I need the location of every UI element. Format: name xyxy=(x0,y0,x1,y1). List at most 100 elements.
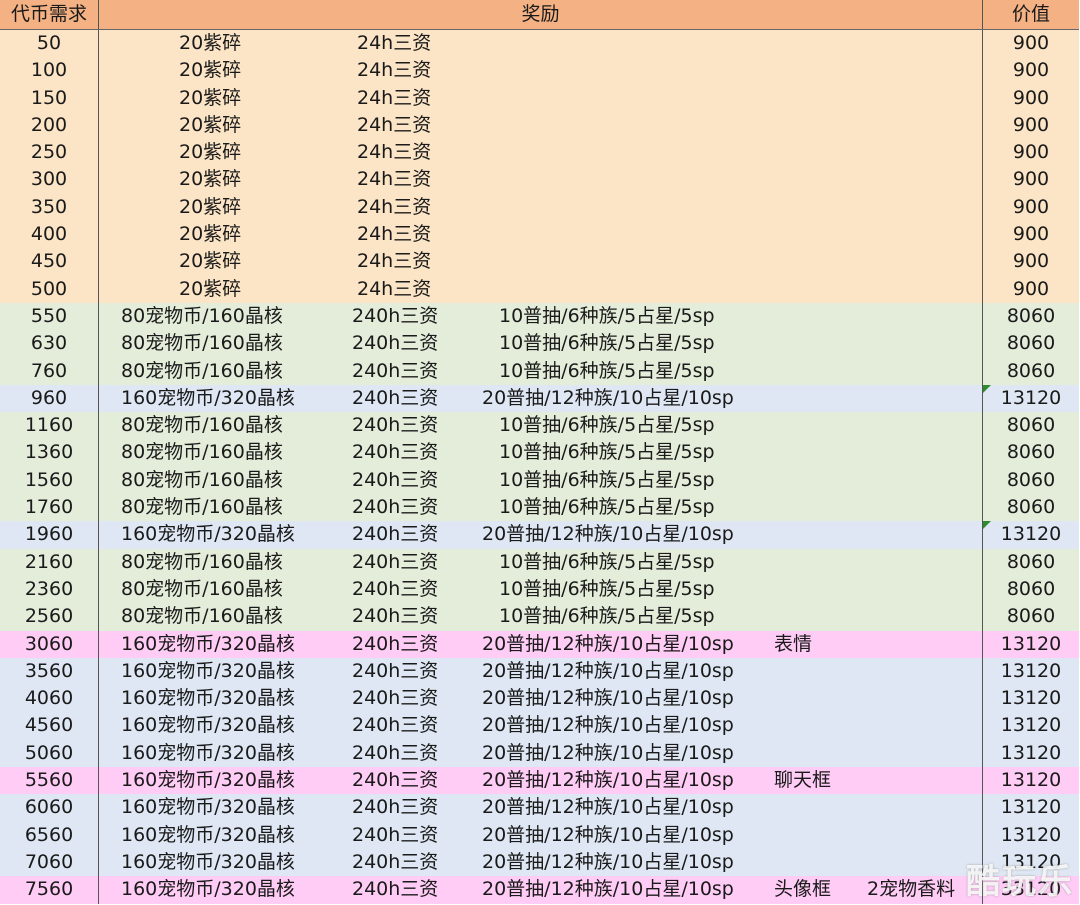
value-text: 900 xyxy=(1012,223,1050,246)
value-text: 8060 xyxy=(1006,550,1056,573)
reward-cell: 20紫碎 24h三资 xyxy=(98,275,983,303)
reward-item-3: 20普抽/12种族/10占星/10sp xyxy=(482,823,734,846)
reward-item-1: 20紫碎 xyxy=(179,195,242,218)
cost-cell: 4060 xyxy=(0,685,99,713)
cost-cell: 50 xyxy=(0,29,99,58)
value-text: 8060 xyxy=(1006,577,1056,600)
cost-cell: 500 xyxy=(0,275,99,303)
reward-item-2: 240h三资 xyxy=(352,687,439,710)
reward-cell: 80宠物币/160晶核 240h三资 10普抽/6种族/5占星/5sp xyxy=(98,439,983,467)
reward-cell: 160宠物币/320晶核 240h三资 20普抽/12种族/10占星/10sp xyxy=(98,848,983,877)
reward-item-1: 80宠物币/160晶核 xyxy=(121,359,283,382)
value-text: 8060 xyxy=(1006,414,1056,437)
value-text: 13120 xyxy=(1000,687,1062,710)
reward-item-1: 20紫碎 xyxy=(179,223,242,246)
table-row: 50 20紫碎 24h三资 900 xyxy=(0,29,1079,58)
table-row: 3060 160宠物币/320晶核 240h三资 20普抽/12种族/10占星/10s… xyxy=(0,630,1079,658)
cost-cell: 630 xyxy=(0,330,99,358)
reward-cell: 20紫碎 24h三资 xyxy=(98,139,983,167)
cost-cell: 1160 xyxy=(0,412,99,440)
table-row: 1760 80宠物币/160晶核 240h三资 10普抽/6种族/5占星/5sp 806… xyxy=(0,494,1079,522)
reward-cell: 80宠物币/160晶核 240h三资 10普抽/6种族/5占星/5sp xyxy=(98,302,983,331)
table-row: 5060 160宠物币/320晶核 240h三资 20普抽/12种族/10占星/10s… xyxy=(0,739,1079,768)
reward-item-3: 10普抽/6种族/5占星/5sp xyxy=(499,550,715,573)
reward-item-1: 160宠物币/320晶核 xyxy=(121,523,295,546)
cost-cell: 350 xyxy=(0,193,99,222)
reward-item-2: 240h三资 xyxy=(352,823,439,846)
comment-marker-icon xyxy=(983,521,991,530)
reward-cell: 160宠物币/320晶核 240h三资 20普抽/12种族/10占星/10sp 聊天框 xyxy=(98,767,983,795)
value-cell: 900 xyxy=(982,248,1079,276)
value-cell: 8060 xyxy=(982,494,1079,522)
table-row: 6560 160宠物币/320晶核 240h三资 20普抽/12种族/10占星/10s… xyxy=(0,821,1079,849)
reward-cell: 20紫碎 24h三资 xyxy=(98,221,983,249)
reward-item-1: 160宠物币/320晶核 xyxy=(121,687,295,710)
reward-item-1: 160宠物币/320晶核 xyxy=(121,386,295,409)
cost-cell: 1760 xyxy=(0,494,99,522)
reward-item-1: 20紫碎 xyxy=(179,59,242,82)
table-body: 50 20紫碎 24h三资 900 100 20紫碎 24h三资 900 150 20紫碎 24h三… xyxy=(0,29,1079,904)
reward-item-1: 80宠物币/160晶核 xyxy=(121,414,283,437)
cost-cell: 1360 xyxy=(0,439,99,467)
reward-item-3: 20普抽/12种族/10占星/10sp xyxy=(482,659,734,682)
reward-item-4: 头像框 xyxy=(774,878,832,901)
reward-item-1: 80宠物币/160晶核 xyxy=(121,304,283,327)
value-cell: 8060 xyxy=(982,302,1079,331)
value-cell: 900 xyxy=(982,111,1079,140)
reward-cell: 20紫碎 24h三资 xyxy=(98,57,983,85)
cost-cell: 3060 xyxy=(0,630,99,658)
value-cell: 8060 xyxy=(982,603,1079,631)
reward-item-2: 240h三资 xyxy=(352,441,439,464)
reward-item-1: 160宠物币/320晶核 xyxy=(121,741,295,764)
reward-item-2: 24h三资 xyxy=(357,141,432,164)
reward-item-1: 20紫碎 xyxy=(179,113,242,136)
value-text: 8060 xyxy=(1006,441,1056,464)
value-cell: 900 xyxy=(982,139,1079,167)
reward-item-1: 20紫碎 xyxy=(179,277,242,300)
reward-item-3: 10普抽/6种族/5占星/5sp xyxy=(499,332,715,355)
value-cell: 13120 xyxy=(982,657,1079,686)
reward-item-5: 2宠物香料 xyxy=(867,878,956,901)
reward-item-2: 240h三资 xyxy=(352,878,439,901)
table-header-row: 代币需求 奖励 价值 xyxy=(0,0,1079,30)
value-text: 13120 xyxy=(1000,823,1062,846)
table-row: 5560 160宠物币/320晶核 240h三资 20普抽/12种族/10占星/10s… xyxy=(0,767,1079,795)
table-row: 300 20紫碎 24h三资 900 xyxy=(0,166,1079,194)
table-row: 630 80宠物币/160晶核 240h三资 10普抽/6种族/5占星/5sp 8060 xyxy=(0,330,1079,358)
reward-item-2: 240h三资 xyxy=(352,550,439,573)
cost-cell: 5060 xyxy=(0,739,99,768)
reward-item-3: 10普抽/6种族/5占星/5sp xyxy=(499,577,715,600)
reward-item-1: 80宠物币/160晶核 xyxy=(121,332,283,355)
table-row: 500 20紫碎 24h三资 900 xyxy=(0,275,1079,303)
reward-item-2: 240h三资 xyxy=(352,714,439,737)
reward-item-2: 240h三资 xyxy=(352,632,439,655)
reward-cell: 20紫碎 24h三资 xyxy=(98,29,983,58)
value-cell: 13120 xyxy=(982,739,1079,768)
value-cell: 8060 xyxy=(982,412,1079,440)
reward-cell: 80宠物币/160晶核 240h三资 10普抽/6种族/5占星/5sp xyxy=(98,494,983,522)
reward-table-sheet: 代币需求 奖励 价值 50 20紫碎 24h三资 900 100 20紫碎 24h三资 900… xyxy=(0,0,1080,905)
reward-item-1: 80宠物币/160晶核 xyxy=(121,577,283,600)
reward-item-3: 20普抽/12种族/10占星/10sp xyxy=(482,523,734,546)
reward-item-1: 160宠物币/320晶核 xyxy=(121,796,295,819)
reward-item-3: 10普抽/6种族/5占星/5sp xyxy=(499,414,715,437)
reward-item-1: 160宠物币/320晶核 xyxy=(121,850,295,873)
reward-item-2: 240h三资 xyxy=(352,332,439,355)
value-cell: 13120 xyxy=(982,794,1079,822)
cost-cell: 4560 xyxy=(0,712,99,740)
cost-cell: 2160 xyxy=(0,548,99,576)
reward-item-1: 80宠物币/160晶核 xyxy=(121,496,283,519)
reward-cell: 160宠物币/320晶核 240h三资 20普抽/12种族/10占星/10sp xyxy=(98,384,983,413)
value-text: 13120 xyxy=(1000,632,1062,655)
reward-item-1: 20紫碎 xyxy=(179,86,242,109)
value-cell: 900 xyxy=(982,57,1079,85)
header-value: 价值 xyxy=(982,0,1079,30)
reward-item-2: 24h三资 xyxy=(357,250,432,273)
value-text: 900 xyxy=(1012,168,1050,191)
cost-cell: 400 xyxy=(0,221,99,249)
reward-item-2: 240h三资 xyxy=(352,769,439,792)
cost-cell: 2560 xyxy=(0,603,99,631)
reward-item-2: 24h三资 xyxy=(357,32,432,54)
table-row: 960 160宠物币/320晶核 240h三资 20普抽/12种族/10占星/10sp… xyxy=(0,384,1079,413)
value-text: 8060 xyxy=(1006,605,1056,628)
